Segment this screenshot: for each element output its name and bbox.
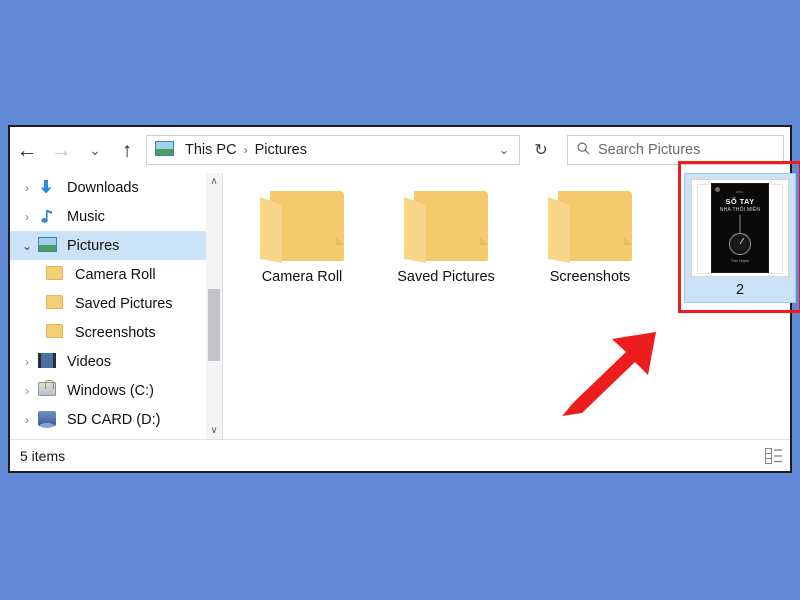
sidebar-item-label: Screenshots: [75, 324, 156, 341]
tile-label: 2: [735, 282, 745, 298]
explorer-toolbar: ← → ⌄ ↑ This PC › Pictures ⌄ ↻ Search Pi…: [10, 127, 790, 173]
expand-chevron-icon[interactable]: ›: [16, 181, 38, 195]
sidebar-item-music[interactable]: › Music: [10, 202, 206, 231]
pictures-library-icon: [155, 141, 177, 159]
sidebar-item-label: Downloads: [67, 179, 139, 196]
folder-icon: [260, 187, 344, 263]
refresh-button[interactable]: ↻: [523, 135, 559, 165]
up-button[interactable]: ↑: [112, 130, 142, 170]
sidebar-item-label: Saved Pictures: [75, 295, 173, 312]
expand-chevron-icon[interactable]: ›: [16, 413, 38, 427]
tile-label: Saved Pictures: [397, 269, 495, 285]
video-icon: [38, 352, 60, 371]
drive-lock-icon: [38, 379, 60, 400]
sidebar-item-label: Videos: [67, 353, 112, 370]
folder-icon: [46, 294, 68, 313]
file-explorer-window: ← → ⌄ ↑ This PC › Pictures ⌄ ↻ Search Pi…: [8, 125, 800, 473]
scroll-down-arrow-icon[interactable]: ∨: [206, 422, 222, 439]
items-view[interactable]: Camera Roll Saved Pictures Screenshots Đ…: [224, 161, 800, 439]
folder-icon: [548, 187, 632, 263]
cover-title: SỔ TAY: [725, 197, 755, 206]
music-note-icon: [38, 208, 60, 226]
folder-icon: [46, 323, 68, 342]
tile-label: Screenshots: [549, 269, 631, 285]
navigation-pane-scrollbar[interactable]: ∧ ∨: [206, 173, 223, 439]
folder-tile-camera-roll[interactable]: Camera Roll: [242, 183, 362, 285]
item-count-label: 5 items: [20, 447, 66, 464]
sidebar-item-downloads[interactable]: › Downloads: [10, 173, 206, 202]
collapse-chevron-icon[interactable]: ⌄: [16, 239, 38, 253]
pendulum-clock-icon: [729, 233, 751, 255]
sidebar-item-label: SD CARD (D:): [67, 411, 161, 428]
thumbnail-page-right: [768, 184, 783, 274]
scrollbar-thumb[interactable]: [208, 289, 220, 361]
sidebar-item-videos[interactable]: › Videos: [10, 347, 206, 376]
sd-card-icon: [38, 410, 60, 429]
breadcrumb-this-pc[interactable]: This PC: [181, 142, 241, 158]
breadcrumb-separator-icon: ›: [243, 143, 248, 157]
back-arrow-icon: ←: [16, 138, 38, 162]
refresh-icon: ↻: [534, 142, 548, 159]
back-button[interactable]: ←: [10, 130, 44, 170]
search-input[interactable]: Search Pictures: [598, 142, 700, 158]
sidebar-item-camera-roll[interactable]: Camera Roll: [10, 260, 206, 289]
folder-tile-saved-pictures[interactable]: Saved Pictures: [386, 183, 506, 285]
cover-top-tag: ĐỘC: [736, 190, 744, 194]
book-cover-artwork: ĐỘC SỔ TAY NHÀ THÔI MIÊN Trần Huyền: [711, 183, 769, 273]
pictures-icon: [38, 236, 60, 255]
image-tile-2[interactable]: ĐỘC SỔ TAY NHÀ THÔI MIÊN Trần Huyền 2: [684, 173, 796, 303]
search-box[interactable]: Search Pictures: [567, 135, 784, 165]
folder-icon: [404, 187, 488, 263]
expand-chevron-icon[interactable]: ›: [16, 384, 38, 398]
scroll-up-arrow-icon[interactable]: ∧: [206, 173, 222, 190]
sidebar-item-sd-card-d[interactable]: › SD CARD (D:): [10, 405, 206, 434]
sidebar-item-saved-pictures[interactable]: Saved Pictures: [10, 289, 206, 318]
recent-locations-button[interactable]: ⌄: [78, 130, 112, 170]
cover-author: Trần Huyền: [730, 259, 750, 263]
navigation-pane[interactable]: › Downloads › Music ⌄ Pictures Camera Ro…: [10, 173, 206, 439]
expand-chevron-icon[interactable]: ›: [16, 355, 38, 369]
sidebar-item-screenshots[interactable]: Screenshots: [10, 318, 206, 347]
folder-icon: [46, 265, 68, 284]
breadcrumb-pictures[interactable]: Pictures: [251, 142, 311, 158]
forward-arrow-icon: →: [50, 138, 72, 162]
selected-item-wrapper: ĐỘC SỔ TAY NHÀ THÔI MIÊN Trần Huyền 2: [678, 161, 800, 313]
sidebar-item-label: Windows (C:): [67, 382, 155, 399]
search-icon: [568, 142, 598, 158]
sidebar-item-windows-c[interactable]: › Windows (C:): [10, 376, 206, 405]
tile-label: Camera Roll: [261, 269, 343, 285]
folder-tile-screenshots[interactable]: Screenshots: [530, 183, 650, 285]
sidebar-item-pictures[interactable]: ⌄ Pictures: [10, 231, 206, 260]
sidebar-item-label: Pictures: [67, 237, 120, 254]
sidebar-item-label: Music: [67, 208, 105, 225]
forward-button[interactable]: →: [44, 130, 78, 170]
cover-subtitle: NHÀ THÔI MIÊN: [719, 207, 761, 213]
status-bar: 5 items: [10, 439, 790, 471]
details-view-icon[interactable]: [765, 447, 782, 464]
address-bar[interactable]: This PC › Pictures ⌄: [146, 135, 520, 165]
pendulum-rod: [739, 215, 741, 234]
thumbnail-page-left: [697, 184, 712, 274]
address-dropdown-icon[interactable]: ⌄: [491, 143, 517, 157]
up-arrow-icon: ↑: [121, 138, 133, 162]
expand-chevron-icon[interactable]: ›: [16, 210, 38, 224]
image-thumbnail: ĐỘC SỔ TAY NHÀ THÔI MIÊN Trần Huyền: [691, 179, 789, 277]
download-icon: [38, 179, 60, 197]
sidebar-item-label: Camera Roll: [75, 266, 156, 283]
chevron-down-icon: ⌄: [89, 142, 101, 158]
view-mode-buttons: [765, 447, 782, 464]
